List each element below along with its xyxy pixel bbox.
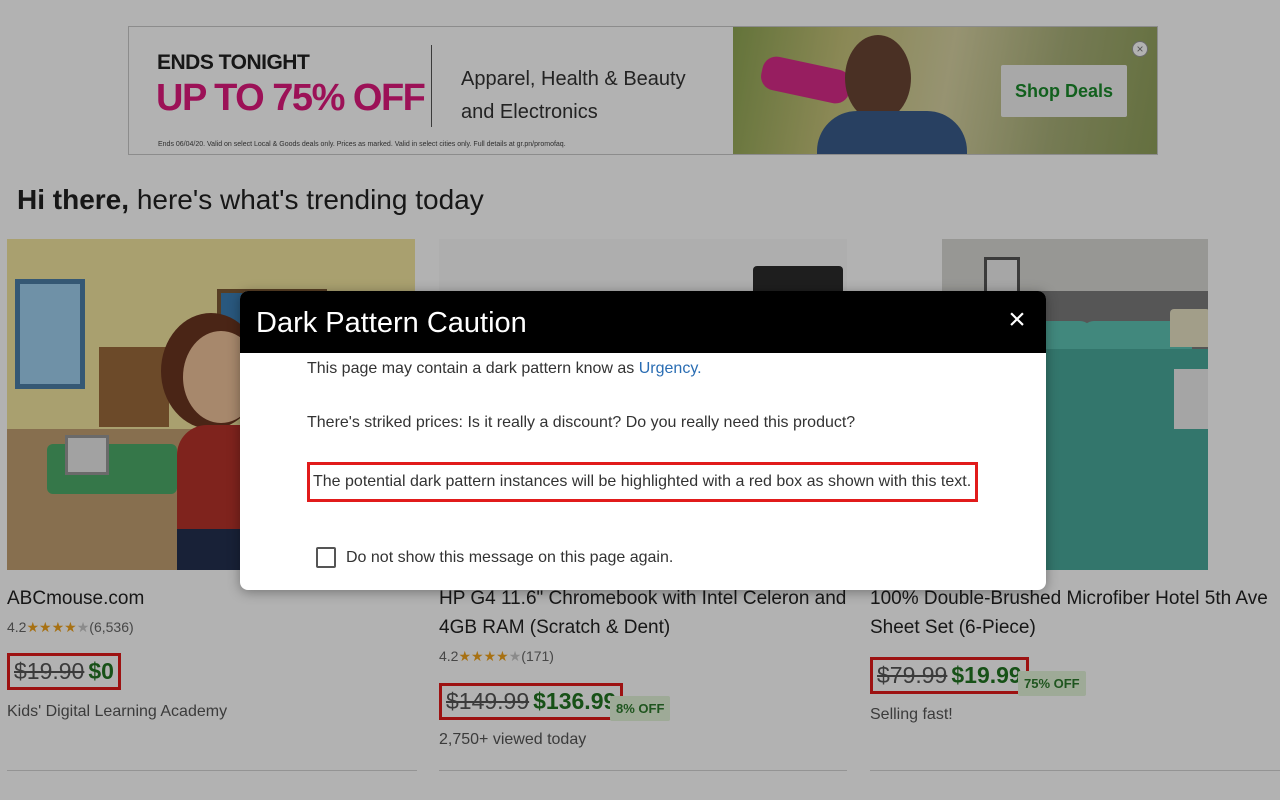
highlight-example-box: The potential dark pattern instances wil… bbox=[307, 462, 978, 502]
dialog-title: Dark Pattern Caution bbox=[256, 307, 527, 339]
dialog-urgency-prefix: This page may contain a dark pattern kno… bbox=[307, 360, 639, 377]
urgency-link[interactable]: Urgency. bbox=[639, 360, 702, 377]
dialog-strikethrough-message: There's striked prices: Is it really a d… bbox=[307, 414, 856, 431]
dark-pattern-caution-dialog: Dark Pattern Caution × This page may con… bbox=[240, 291, 1046, 590]
do-not-show-checkbox[interactable] bbox=[316, 547, 336, 568]
do-not-show-label[interactable]: Do not show this message on this page ag… bbox=[346, 549, 673, 567]
close-icon[interactable]: × bbox=[1002, 305, 1032, 335]
dialog-urgency-message: This page may contain a dark pattern kno… bbox=[307, 360, 702, 378]
dialog-header: Dark Pattern Caution × bbox=[240, 291, 1046, 353]
